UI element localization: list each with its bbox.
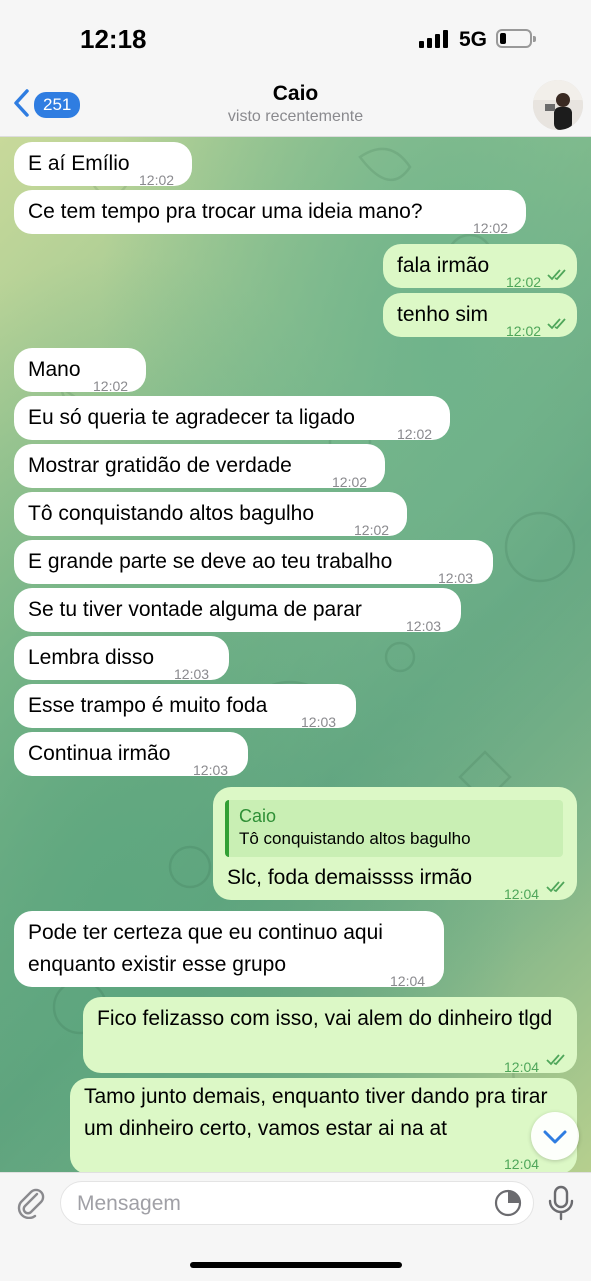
- message-text: Fico felizasso com isso, vai alem do din…: [97, 1007, 553, 1030]
- message-time: 12:02: [506, 323, 542, 339]
- message-incoming[interactable]: Lembra disso 12:03: [14, 636, 229, 682]
- battery-icon: [496, 29, 536, 48]
- sticker-icon[interactable]: [494, 1189, 522, 1217]
- message-text: Tamo junto demais, enquanto tiver dando …: [84, 1085, 548, 1140]
- read-ticks-icon: [546, 881, 565, 893]
- message-text: Slc, foda demaissss irmão: [227, 866, 473, 889]
- message-outgoing[interactable]: Tamo junto demais, enquanto tiver dando …: [70, 1078, 577, 1172]
- message-text: tenho sim: [397, 303, 489, 326]
- message-text: Continua irmão: [28, 742, 171, 765]
- message-incoming[interactable]: Continua irmão 12:03: [14, 732, 248, 778]
- status-bar: 12:18 5G: [0, 0, 591, 70]
- chat-area[interactable]: E aí Emílio 12:02 Ce tem tempo pra troca…: [0, 137, 591, 1172]
- message-time: 12:02: [473, 220, 509, 236]
- signal-icon: [419, 30, 448, 48]
- message-time: 12:03: [406, 618, 442, 634]
- reply-author: Caio: [239, 806, 277, 826]
- read-ticks-icon: [546, 1054, 565, 1066]
- network-label: 5G: [459, 28, 488, 51]
- reply-text: Tô conquistando altos bagulho: [239, 829, 471, 848]
- message-incoming[interactable]: Tô conquistando altos bagulho 12:02: [14, 492, 407, 538]
- message-text: Mostrar gratidão de verdade: [28, 454, 292, 477]
- message-outgoing[interactable]: Fico felizasso com isso, vai alem do din…: [83, 997, 577, 1075]
- message-incoming[interactable]: E grande parte se deve ao teu trabalho 1…: [14, 540, 493, 586]
- message-time: 12:02: [397, 426, 433, 442]
- message-text: E grande parte se deve ao teu trabalho: [28, 550, 393, 573]
- mic-icon[interactable]: [547, 1185, 575, 1221]
- scroll-down-button[interactable]: [531, 1112, 579, 1160]
- message-input-placeholder: Mensagem: [77, 1192, 181, 1215]
- message-outgoing[interactable]: tenho sim 12:02: [383, 293, 577, 339]
- message-incoming[interactable]: Se tu tiver vontade alguma de parar 12:0…: [14, 588, 461, 634]
- message-outgoing[interactable]: fala irmão 12:02: [383, 244, 577, 290]
- message-incoming[interactable]: E aí Emílio 12:02: [14, 142, 192, 188]
- message-text: Se tu tiver vontade alguma de parar: [28, 598, 362, 621]
- read-ticks-icon: [547, 318, 566, 330]
- message-outgoing-reply[interactable]: Caio Tô conquistando altos bagulho Slc, …: [213, 787, 577, 902]
- message-text: fala irmão: [397, 254, 490, 277]
- message-incoming[interactable]: Pode ter certeza que eu continuo aqui en…: [14, 911, 444, 989]
- chat-title[interactable]: Caio: [0, 82, 591, 106]
- message-text: Tô conquistando altos bagulho: [28, 502, 315, 525]
- status-time: 12:18: [80, 24, 147, 54]
- message-time: 12:03: [301, 714, 337, 730]
- message-text: Pode ter certeza que eu continuo aqui en…: [28, 921, 383, 976]
- message-text: Ce tem tempo pra trocar uma ideia mano?: [28, 200, 423, 223]
- home-indicator: [190, 1262, 402, 1268]
- last-seen-status: visto recentemente: [227, 108, 364, 125]
- message-text: Esse trampo é muito foda: [28, 694, 268, 717]
- attach-icon[interactable]: [13, 1185, 47, 1219]
- read-ticks-icon: [547, 269, 566, 281]
- message-incoming[interactable]: Ce tem tempo pra trocar uma ideia mano? …: [14, 190, 526, 236]
- message-incoming[interactable]: Mostrar gratidão de verdade 12:02: [14, 444, 385, 490]
- message-incoming[interactable]: Mano 12:02: [14, 348, 146, 394]
- message-time: 12:03: [193, 762, 229, 778]
- contact-avatar[interactable]: [533, 80, 583, 130]
- reply-quote[interactable]: Caio Tô conquistando altos bagulho: [225, 800, 563, 857]
- chat-header: 251 Caio visto recentemente: [0, 70, 591, 137]
- message-input[interactable]: Mensagem: [60, 1181, 534, 1225]
- message-time: 12:04: [504, 886, 540, 902]
- scroll-down-icon: [543, 1130, 567, 1144]
- message-text: Mano: [28, 358, 81, 381]
- message-time: 12:04: [390, 973, 426, 989]
- message-text: Lembra disso: [28, 646, 155, 669]
- message-incoming[interactable]: Esse trampo é muito foda 12:03: [14, 684, 356, 730]
- message-incoming[interactable]: Eu só queria te agradecer ta ligado 12:0…: [14, 396, 450, 442]
- message-text: E aí Emílio: [28, 152, 130, 175]
- message-text: Eu só queria te agradecer ta ligado: [28, 406, 355, 429]
